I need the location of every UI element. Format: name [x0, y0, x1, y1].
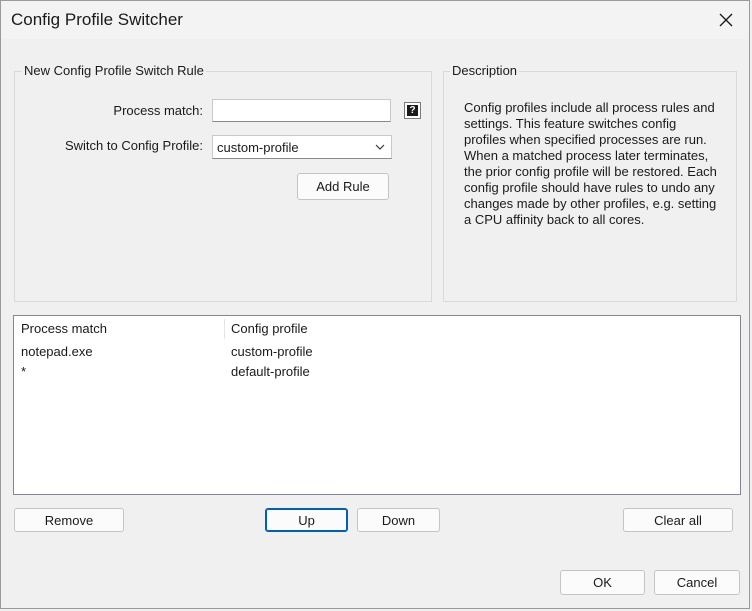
switch-to-profile-value: custom-profile [217, 140, 299, 155]
row-config-profile: default-profile [231, 364, 310, 379]
row-process-match: notepad.exe [21, 344, 93, 359]
chevron-down-icon [375, 144, 385, 150]
row-process-match: * [21, 364, 27, 379]
remove-button[interactable]: Remove [14, 508, 124, 532]
process-match-help-button[interactable]: ? [404, 102, 421, 119]
process-match-label: Process match: [113, 103, 203, 118]
process-match-input[interactable] [212, 99, 391, 122]
column-header-config-profile[interactable]: Config profile [224, 316, 524, 342]
down-button[interactable]: Down [357, 508, 440, 532]
description-group: Description Config profiles include all … [443, 63, 737, 302]
column-header-process-match[interactable]: Process match [14, 316, 224, 342]
config-profile-switcher-dialog: Config Profile Switcher New Config Profi… [0, 0, 750, 609]
window-title: Config Profile Switcher [11, 10, 183, 29]
rules-list[interactable]: Process match Config profile notepad.exe… [13, 315, 741, 495]
add-rule-button[interactable]: Add Rule [297, 173, 389, 200]
table-row[interactable]: * default-profile [14, 362, 740, 382]
up-button[interactable]: Up [265, 508, 348, 532]
description-group-legend: Description [450, 63, 520, 78]
description-text: Config profiles include all process rule… [464, 100, 717, 227]
row-config-profile: custom-profile [231, 344, 313, 359]
title-bar: Config Profile Switcher [1, 1, 749, 39]
close-icon [719, 13, 733, 27]
switch-to-profile-label: Switch to Config Profile: [64, 138, 203, 153]
table-row[interactable]: notepad.exe custom-profile [14, 342, 740, 362]
help-icon: ? [407, 105, 418, 116]
clear-all-button[interactable]: Clear all [623, 508, 733, 532]
new-rule-group: New Config Profile Switch Rule Process m… [14, 63, 432, 302]
cancel-button[interactable]: Cancel [654, 570, 740, 595]
switch-to-profile-dropdown[interactable]: custom-profile [212, 135, 392, 159]
rules-list-header: Process match Config profile [14, 316, 740, 342]
ok-button[interactable]: OK [560, 570, 645, 595]
new-rule-group-legend: New Config Profile Switch Rule [22, 63, 206, 78]
close-button[interactable] [703, 1, 749, 39]
